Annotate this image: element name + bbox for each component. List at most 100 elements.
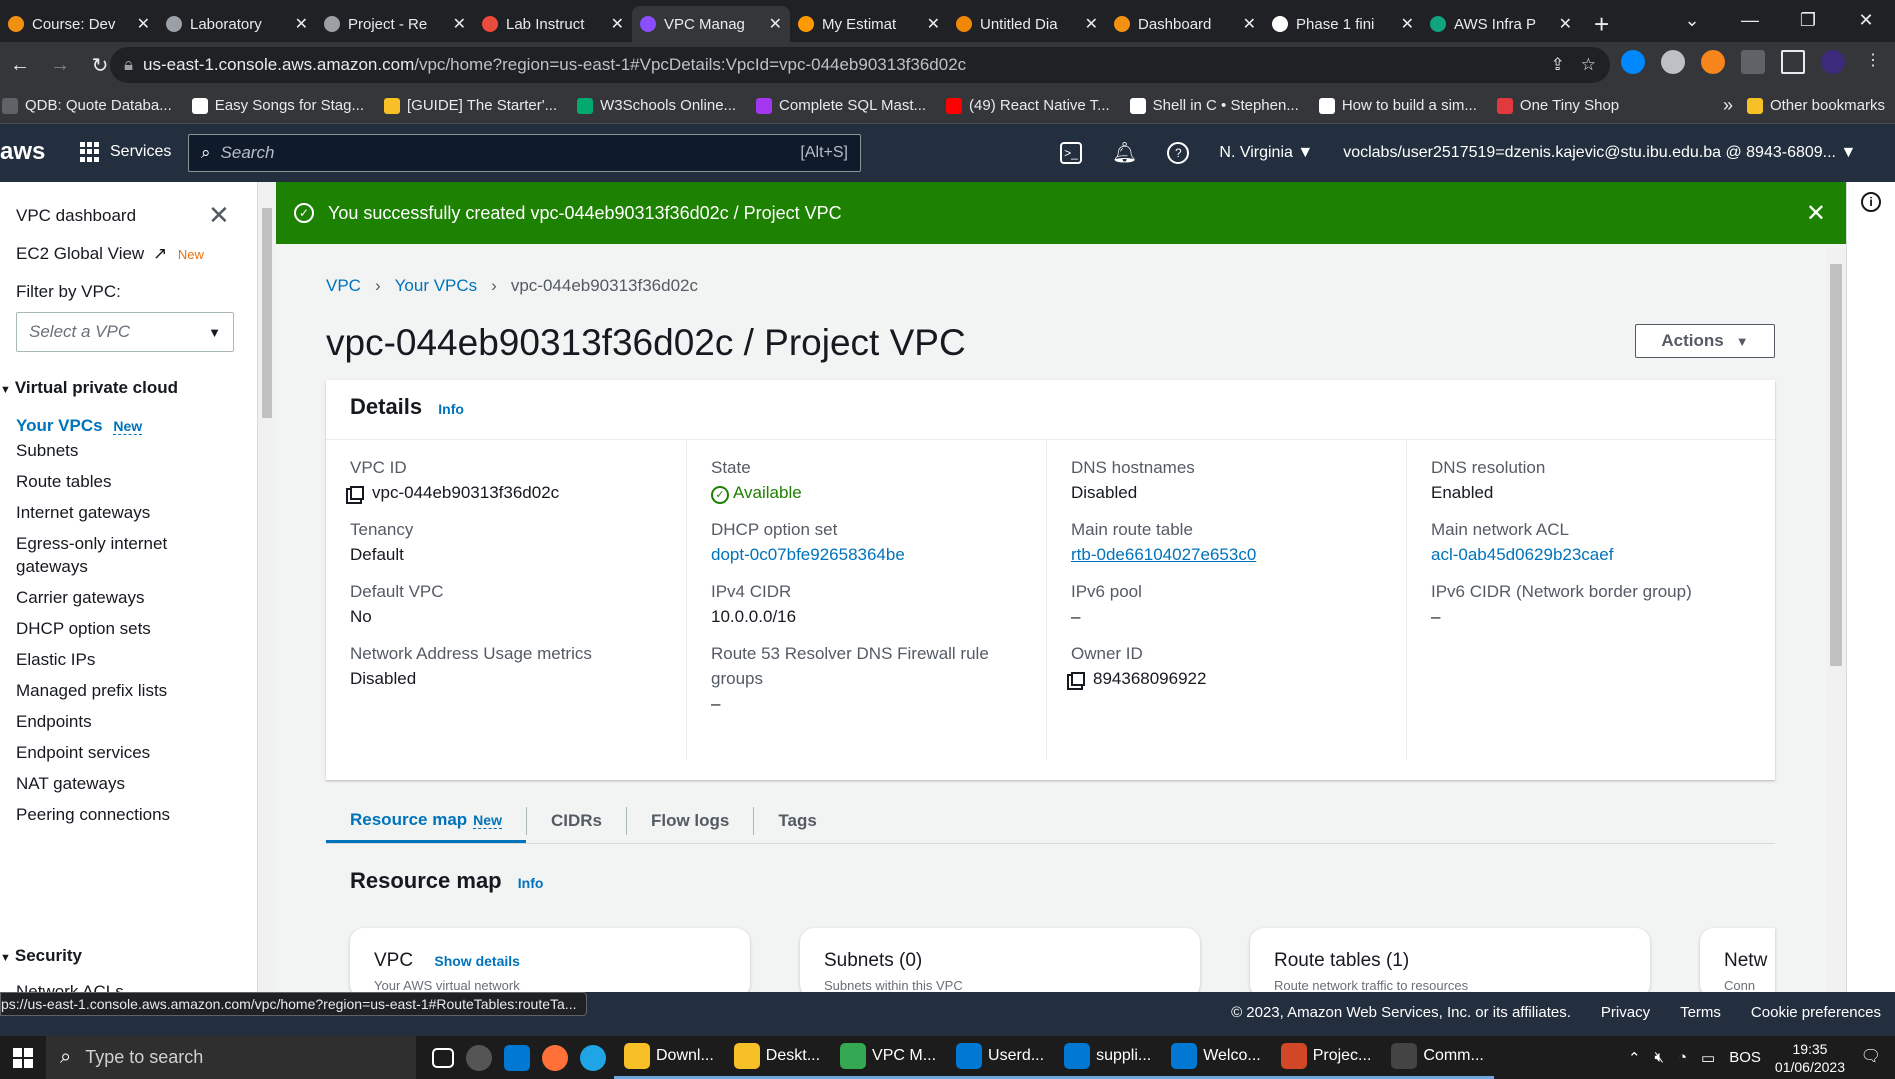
taskbar-app[interactable]: Deskt... xyxy=(723,1036,831,1079)
bookmark-item[interactable]: One Tiny Shop xyxy=(1496,97,1619,114)
tab-close-icon[interactable]: ✕ xyxy=(1243,14,1256,34)
notifications-icon[interactable]: 🗨︎ xyxy=(1861,1046,1881,1066)
resource-map-info-link[interactable]: Info xyxy=(518,875,544,891)
mail-icon[interactable] xyxy=(504,1044,530,1071)
sidebar-item[interactable]: Egress-only internet xyxy=(16,534,167,554)
browser-tab[interactable]: Course: Dev ✕ xyxy=(0,6,158,42)
share-icon[interactable]: ⇪ xyxy=(1551,55,1565,75)
dismiss-flash-button[interactable]: ✕ xyxy=(1806,199,1826,228)
browser-tab[interactable]: Laboratory ✕ xyxy=(158,6,316,42)
notifications-bell-icon[interactable]: 🔔︎ xyxy=(1112,140,1137,165)
sidebar-item-ec2-global-view[interactable]: EC2 Global View ↗ New xyxy=(16,244,204,264)
tab-search-icon[interactable]: ⌄ xyxy=(1663,0,1721,42)
tab-close-icon[interactable]: ✕ xyxy=(1401,14,1414,34)
sidebar-item[interactable]: Subnets xyxy=(16,441,78,461)
bookmark-item[interactable]: How to build a sim... xyxy=(1318,97,1477,114)
taskbar-app[interactable]: Downl... xyxy=(614,1036,724,1079)
tab-cidrs[interactable]: CIDRs xyxy=(525,806,627,835)
bookmark-item[interactable]: QDB: Quote Databa... xyxy=(2,97,172,114)
vpc-filter-select[interactable]: Select a VPC ▼ xyxy=(16,312,234,352)
breadcrumb-vpc[interactable]: VPC xyxy=(326,276,361,296)
copilot-icon[interactable] xyxy=(466,1044,492,1071)
new-tab-button[interactable]: + xyxy=(1580,6,1623,42)
copy-icon[interactable] xyxy=(350,486,364,500)
browser-tab[interactable]: VPC Manag ✕ xyxy=(632,6,790,42)
firefox-icon[interactable] xyxy=(542,1044,568,1071)
sidebar-item[interactable]: Carrier gateways xyxy=(16,588,145,608)
tab-close-icon[interactable]: ✕ xyxy=(453,14,466,34)
bookmark-item[interactable]: Easy Songs for Stag... xyxy=(191,97,364,114)
info-icon[interactable]: i xyxy=(1861,192,1881,212)
sidebar-item-vpc-dashboard[interactable]: VPC dashboard xyxy=(16,206,136,226)
bookmark-item[interactable]: Complete SQL Mast... xyxy=(756,97,926,114)
sidebar-item[interactable]: Peering connections xyxy=(16,805,170,825)
main-route-table-link[interactable]: rtb-0de66104027e653c0 xyxy=(1071,545,1256,565)
tray-overflow-icon[interactable]: ⌃ xyxy=(1628,1049,1641,1067)
close-window-button[interactable]: ✕ xyxy=(1837,0,1895,42)
browser-tab[interactable]: Phase 1 fini ✕ xyxy=(1264,6,1422,42)
bookmark-item[interactable]: (49) React Native T... xyxy=(946,97,1110,114)
sidebar-item-your-vpcs[interactable]: Your VPCs New xyxy=(16,416,143,436)
section-virtual-private-cloud[interactable]: ▼ Virtual private cloud xyxy=(0,378,178,398)
metamask-extension-icon[interactable] xyxy=(1701,50,1725,74)
browser-tab[interactable]: My Estimat ✕ xyxy=(790,6,948,42)
extension-icon[interactable] xyxy=(1661,50,1685,74)
task-view-icon[interactable] xyxy=(432,1047,454,1068)
clock[interactable]: 19:35 01/06/2023 xyxy=(1775,1040,1845,1076)
actions-button[interactable]: Actions ▼ xyxy=(1635,324,1775,358)
main-scroll-thumb[interactable] xyxy=(1830,264,1842,666)
tab-close-icon[interactable]: ✕ xyxy=(611,14,624,34)
other-bookmarks[interactable]: Other bookmarks xyxy=(1746,97,1885,114)
minimize-button[interactable]: — xyxy=(1721,0,1779,42)
aws-logo[interactable]: aws xyxy=(0,138,45,166)
sidebar-item[interactable]: Endpoint services xyxy=(16,743,150,763)
battery-icon[interactable]: ▭ xyxy=(1701,1049,1715,1067)
section-security[interactable]: ▼ Security xyxy=(0,946,82,966)
volume-icon[interactable]: 🔇︎ xyxy=(1655,1049,1664,1066)
tab-close-icon[interactable]: ✕ xyxy=(137,14,150,34)
sidebar-close-icon[interactable]: ✕ xyxy=(208,200,230,231)
main-scrollbar[interactable] xyxy=(1826,248,1846,992)
url-input[interactable]: 🔒︎ us-east-1.console.aws.amazon.com /vpc… xyxy=(110,47,1610,83)
forward-button[interactable]: → xyxy=(40,54,80,77)
start-button[interactable] xyxy=(0,1047,46,1068)
tab-tags[interactable]: Tags xyxy=(754,807,840,835)
taskbar-app[interactable]: Projec... xyxy=(1270,1036,1382,1079)
shazam-extension-icon[interactable] xyxy=(1621,50,1645,74)
language-indicator[interactable]: BOS xyxy=(1729,1049,1761,1066)
edge-icon[interactable] xyxy=(580,1044,606,1071)
wifi-icon[interactable]: ◔ xyxy=(1678,1049,1687,1066)
footer-privacy-link[interactable]: Privacy xyxy=(1601,1004,1650,1021)
details-info-link[interactable]: Info xyxy=(438,401,464,417)
tab-close-icon[interactable]: ✕ xyxy=(769,14,782,34)
help-icon[interactable]: ? xyxy=(1167,141,1190,164)
tab-close-icon[interactable]: ✕ xyxy=(295,14,308,34)
account-menu[interactable]: voclabs/user2517519=dzenis.kajevic@stu.i… xyxy=(1343,144,1856,162)
sidebar-item[interactable]: DHCP option sets xyxy=(16,619,151,639)
cloudshell-icon[interactable]: >_ xyxy=(1060,141,1082,164)
taskbar-app[interactable]: Welco... xyxy=(1161,1036,1271,1079)
aws-search-input[interactable]: ⌕ Search [Alt+S] xyxy=(188,134,861,172)
bookmarks-overflow[interactable]: » xyxy=(1723,95,1733,116)
taskbar-app[interactable]: suppli... xyxy=(1054,1036,1162,1079)
taskbar-app[interactable]: VPC M... xyxy=(830,1036,947,1079)
tab-close-icon[interactable]: ✕ xyxy=(927,14,940,34)
profile-avatar[interactable] xyxy=(1821,50,1845,74)
sidebar-item[interactable]: Elastic IPs xyxy=(16,650,95,670)
sidebar-scrollbar[interactable] xyxy=(258,182,276,992)
restore-button[interactable]: ❐ xyxy=(1779,0,1837,42)
show-details-link[interactable]: Show details xyxy=(434,953,520,969)
sidebar-scroll-thumb[interactable] xyxy=(262,208,272,418)
bookmark-item[interactable]: W3Schools Online... xyxy=(577,97,736,114)
sidebar-item[interactable]: Internet gateways xyxy=(16,503,150,523)
browser-tab[interactable]: Dashboard ✕ xyxy=(1106,6,1264,42)
footer-cookies-link[interactable]: Cookie preferences xyxy=(1751,1004,1881,1021)
browser-tab[interactable]: Lab Instruct ✕ xyxy=(474,6,632,42)
taskbar-app[interactable]: Userd... xyxy=(946,1036,1055,1079)
bookmark-item[interactable]: [GUIDE] The Starter'... xyxy=(384,97,557,114)
sidebar-item[interactable]: Managed prefix lists xyxy=(16,681,167,701)
side-panel-icon[interactable] xyxy=(1781,50,1805,74)
tab-close-icon[interactable]: ✕ xyxy=(1559,14,1572,34)
menu-icon[interactable]: ⋮ xyxy=(1861,50,1885,74)
bookmark-item[interactable]: Shell in C • Stephen... xyxy=(1129,97,1299,114)
